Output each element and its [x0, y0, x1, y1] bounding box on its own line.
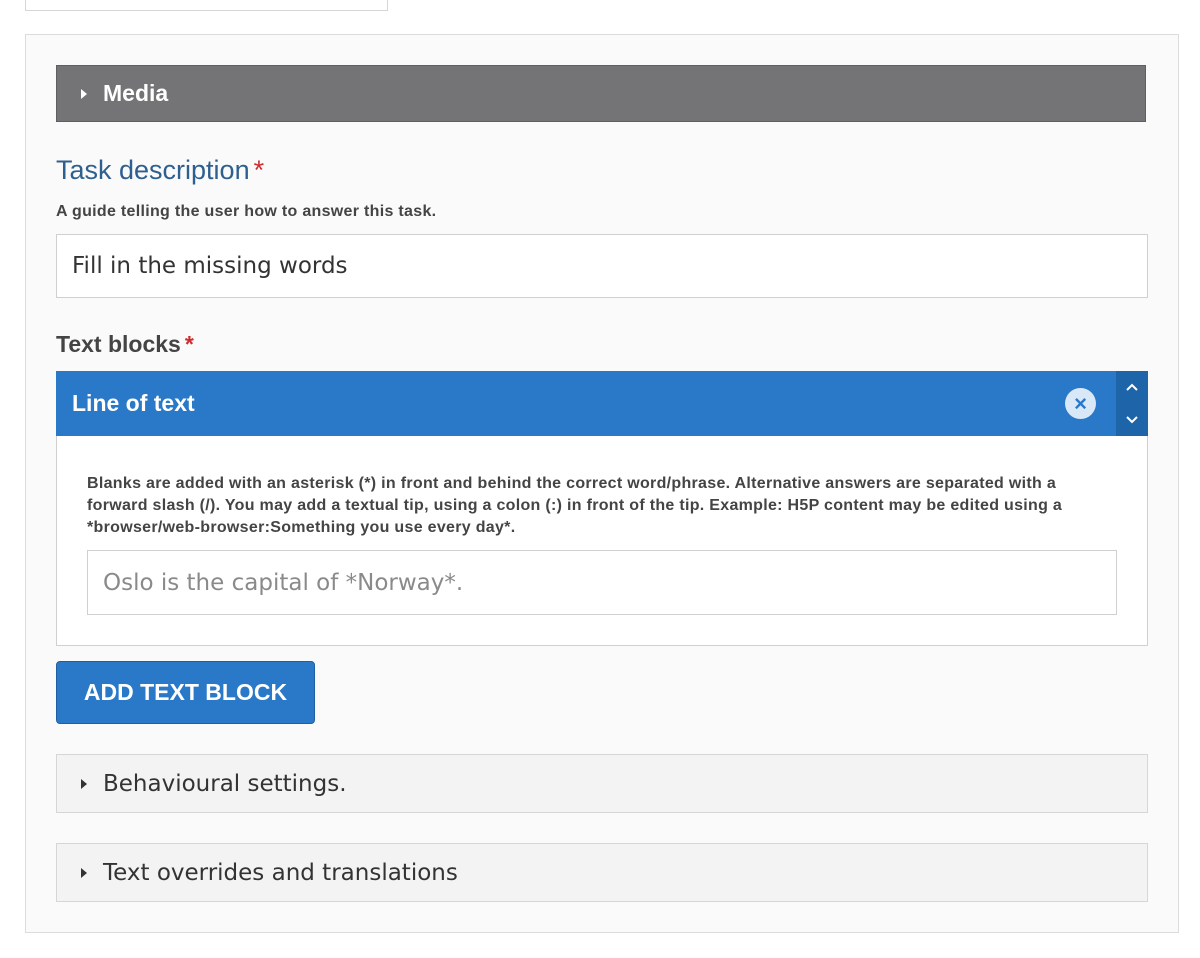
- caret-right-icon: [81, 88, 87, 99]
- text-block-item-title: Line of text: [72, 390, 195, 416]
- text-overrides-label: Text overrides and translations: [103, 859, 458, 886]
- task-description-value: Fill in the missing words: [72, 253, 348, 279]
- move-down-icon[interactable]: [1116, 404, 1148, 437]
- move-up-icon[interactable]: [1116, 371, 1148, 404]
- text-blocks-title: Text blocks *: [56, 331, 194, 358]
- task-description-help: A guide telling the user how to answer t…: [56, 203, 437, 220]
- remove-icon[interactable]: ×: [1065, 388, 1096, 419]
- text-block-item-body: Blanks are added with an asterisk (*) in…: [56, 436, 1148, 646]
- task-description-title: Task description *: [56, 155, 264, 186]
- task-description-label: Task description: [56, 155, 250, 185]
- text-block-input[interactable]: Oslo is the capital of *Norway*.: [87, 550, 1117, 615]
- text-block-help: Blanks are added with an asterisk (*) in…: [87, 475, 1063, 536]
- previous-field-input[interactable]: [25, 0, 388, 11]
- task-description-input[interactable]: Fill in the missing words: [56, 234, 1148, 298]
- remove-glyph: ×: [1074, 390, 1087, 416]
- text-block-placeholder: Oslo is the capital of *Norway*.: [103, 569, 464, 596]
- text-overrides-group[interactable]: Text overrides and translations: [56, 843, 1148, 902]
- form-container: Media Task description * A guide telling …: [25, 34, 1179, 933]
- text-blocks-label: Text blocks: [56, 331, 181, 357]
- behavioural-settings-label: Behavioural settings.: [103, 770, 347, 797]
- behavioural-settings-group[interactable]: Behavioural settings.: [56, 754, 1148, 813]
- required-mark: *: [184, 331, 194, 357]
- media-group-label: Media: [103, 80, 169, 106]
- media-group-header[interactable]: Media: [56, 65, 1146, 122]
- caret-right-icon: [81, 778, 87, 789]
- required-mark: *: [253, 155, 265, 185]
- order-controls: [1116, 371, 1148, 436]
- caret-right-icon: [81, 867, 87, 878]
- text-block-item-header[interactable]: Line of text ×: [56, 371, 1148, 436]
- add-text-block-button[interactable]: ADD TEXT BLOCK: [56, 661, 315, 724]
